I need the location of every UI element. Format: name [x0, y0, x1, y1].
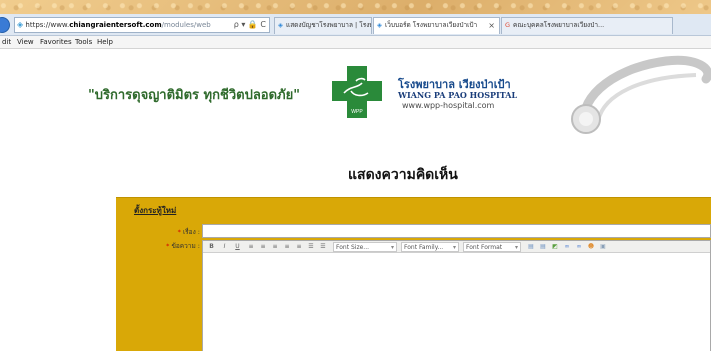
unlink-icon[interactable]: ∞ — [575, 243, 583, 251]
url-path: /modules/web — [161, 21, 211, 29]
back-button[interactable] — [0, 17, 10, 33]
menu-help[interactable]: Help — [97, 36, 113, 48]
menu-bar: dit View Favorites Tools Help — [0, 36, 711, 49]
google-icon: G — [505, 21, 511, 29]
hospital-logo-icon[interactable]: WPP — [332, 66, 382, 118]
url-tools[interactable]: ρ ▾ 🔒 C — [234, 18, 266, 32]
subject-input[interactable] — [202, 224, 711, 238]
editor-toolbar: B I U ≡ ≡ ≡ ≡ ≡ ☰ ☰ Font Size... ▾ Font F… — [203, 241, 710, 253]
font-format-select[interactable]: Font Format ▾ — [463, 242, 521, 252]
chevron-down-icon: ▾ — [452, 244, 456, 251]
font-family-select[interactable]: Font Family... ▾ — [401, 242, 459, 252]
subject-label-text: เรื่อง : — [182, 228, 200, 236]
hospital-url: www.wpp-hospital.com — [402, 101, 495, 110]
font-size-select[interactable]: Font Size... ▾ — [333, 242, 397, 252]
message-label-text: ข้อความ : — [171, 242, 200, 250]
browser-window: ◈ https://www.chiangraientersoft.com/mod… — [0, 14, 711, 351]
font-format-value: Font Format — [466, 244, 503, 251]
new-topic-form: ตั้งกระทู้ใหม่ * เรื่อง : * ข้อความ : B … — [116, 197, 711, 351]
menu-favorites[interactable]: Favorites — [40, 36, 72, 48]
url-field[interactable]: ◈ https://www.chiangraientersoft.com/mod… — [14, 17, 270, 33]
tab-label: แสดงบัญชาโรงพยาบาล | โรงพยา... — [286, 21, 371, 29]
italic-button[interactable]: I — [221, 243, 228, 251]
bullet-list-icon[interactable]: ☰ — [307, 243, 315, 251]
required-mark: * — [177, 228, 181, 236]
close-icon[interactable]: × — [488, 18, 495, 33]
align-right-icon[interactable]: ≡ — [283, 243, 291, 251]
message-editor: B I U ≡ ≡ ≡ ≡ ≡ ☰ ☰ Font Size... ▾ Font F… — [202, 240, 711, 351]
url-host: chiangraientersoft.com — [69, 21, 162, 29]
web-page: "บริการดุจญาติมิตร ทุกชีวิตปลอดภัย" WPP … — [16, 49, 711, 351]
image-icon[interactable]: ◩ — [551, 243, 559, 251]
menu-view[interactable]: View — [17, 36, 34, 48]
align-left-icon[interactable]: ≡ — [259, 243, 267, 251]
page-icon: ◈ — [278, 21, 283, 29]
tab-staff[interactable]: G คณะบุคคลโรงพยาบาลเวียงป่า... — [501, 17, 673, 34]
stethoscope-icon — [571, 55, 711, 134]
menu-edit[interactable]: dit — [2, 36, 11, 48]
page-icon: ◈ — [377, 21, 382, 29]
indent-icon[interactable]: ▤ — [527, 243, 535, 251]
chevron-down-icon: ▾ — [514, 244, 518, 251]
outdent-icon[interactable]: ▤ — [539, 243, 547, 251]
underline-button[interactable]: U — [234, 243, 241, 251]
message-label: * ข้อความ : — [140, 241, 200, 251]
numbered-list-icon[interactable]: ☰ — [319, 243, 327, 251]
slogan: "บริการดุจญาติมิตร ทุกชีวิตปลอดภัย" — [88, 88, 300, 103]
align-center-icon[interactable]: ≡ — [271, 243, 279, 251]
hospital-name-english: WIANG PA PAO HOSPITAL — [398, 90, 518, 100]
align-justify-icon[interactable]: ≡ — [295, 243, 303, 251]
tab-label: คณะบุคคลโรงพยาบาลเวียงป่า... — [513, 21, 605, 29]
chevron-down-icon: ▾ — [390, 244, 394, 251]
form-heading: ตั้งกระทู้ใหม่ — [134, 206, 177, 215]
url-protocol: https://www. — [25, 21, 70, 29]
tab-hospital-news[interactable]: ◈แสดงบัญชาโรงพยาบาล | โรงพยา... — [274, 17, 372, 34]
font-family-value: Font Family... — [404, 244, 444, 251]
logo-text: WPP — [351, 109, 363, 115]
message-textarea[interactable] — [203, 254, 710, 351]
emoticon-icon[interactable]: ☻ — [587, 243, 595, 251]
menu-tools[interactable]: Tools — [75, 36, 92, 48]
tab-webboard[interactable]: ◈ เว็บบอร์ด โรงพยาบาลเวียงป่าเป้า × — [373, 17, 500, 34]
media-icon[interactable]: ▣ — [599, 243, 607, 251]
page-title: แสดงความคิดเห็น — [348, 167, 458, 183]
tab-label: เว็บบอร์ด โรงพยาบาลเวียงป่าเป้า — [385, 21, 478, 29]
link-icon[interactable]: ∞ — [563, 243, 571, 251]
address-bar: ◈ https://www.chiangraientersoft.com/mod… — [0, 14, 711, 36]
font-size-value: Font Size... — [336, 244, 370, 251]
ie-page-icon: ◈ — [17, 20, 24, 29]
strikethrough-icon[interactable]: ≡ — [247, 243, 255, 251]
bold-button[interactable]: B — [208, 243, 215, 251]
required-mark: * — [166, 242, 170, 250]
subject-label: * เรื่อง : — [156, 227, 200, 237]
